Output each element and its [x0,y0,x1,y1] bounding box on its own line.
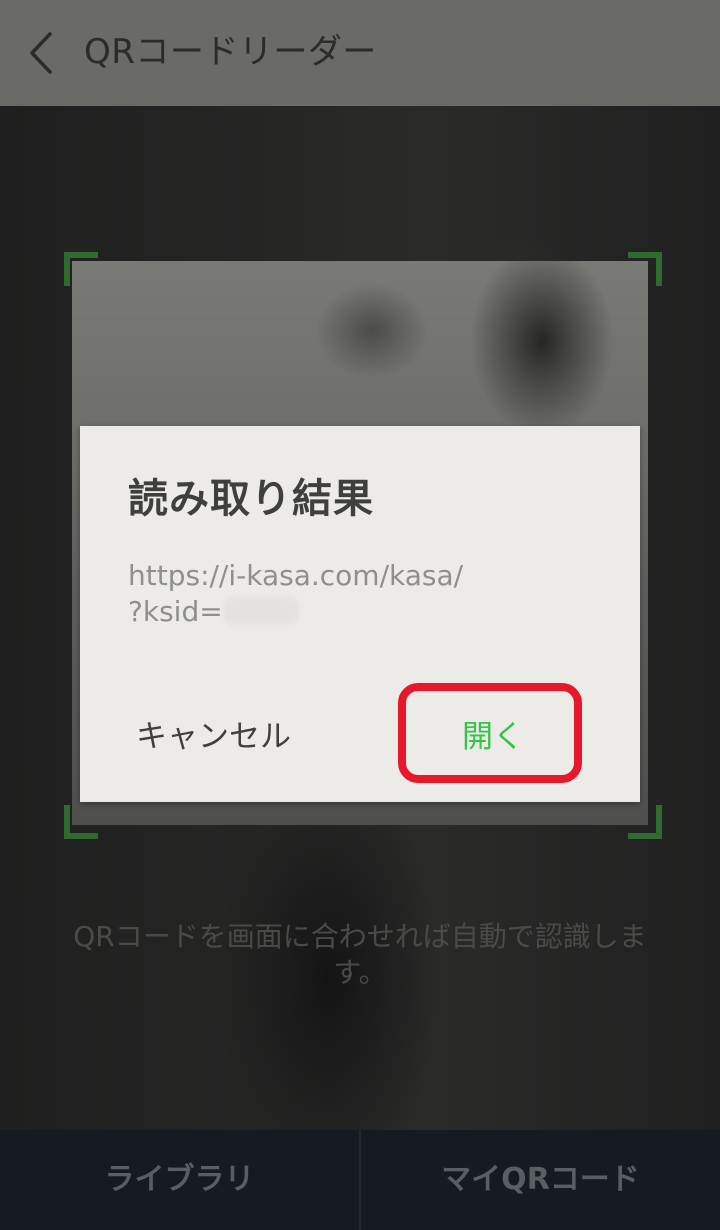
cancel-button[interactable]: キャンセル [136,710,291,764]
scan-instruction: QRコードを画面に合わせれば自動で認識します。 [73,920,647,989]
chevron-left-icon [20,32,64,82]
scan-frame-corner-top-right [628,252,662,286]
page-title: QRコードリーダー [84,32,377,72]
bottom-tab-bar: ライブラリ マイQRコード [0,1130,720,1230]
open-button-highlight [398,683,582,783]
tab-library[interactable]: ライブラリ [0,1130,359,1230]
scan-frame-corner-bottom-left [64,805,98,839]
scan-frame-corner-top-left [64,252,98,286]
app-header: QRコードリーダー [0,0,720,106]
scanned-url-line-2: ?ksid= [128,595,223,628]
redacted-id [222,597,299,625]
scan-frame-corner-bottom-right [628,805,662,839]
back-button[interactable] [20,28,64,78]
scanned-url-line-1: https://i-kasa.com/kasa/ [128,559,464,592]
dialog-title: 読み取り結果 [128,476,374,522]
scanned-url[interactable]: https://i-kasa.com/kasa/ ?ksid= [128,558,598,630]
tab-my-qr-code[interactable]: マイQRコード [361,1130,720,1230]
